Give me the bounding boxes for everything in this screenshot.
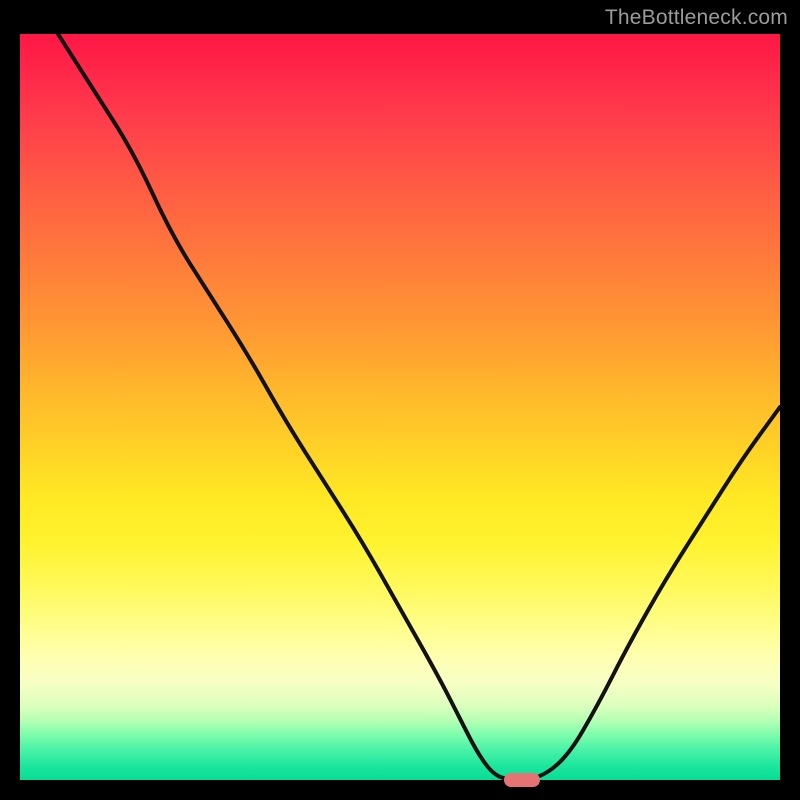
watermark-text: TheBottleneck.com [605, 6, 788, 30]
optimal-marker [504, 773, 540, 787]
chart-frame: TheBottleneck.com [0, 0, 800, 800]
bottleneck-curve [20, 34, 780, 780]
plot-area [20, 34, 780, 780]
